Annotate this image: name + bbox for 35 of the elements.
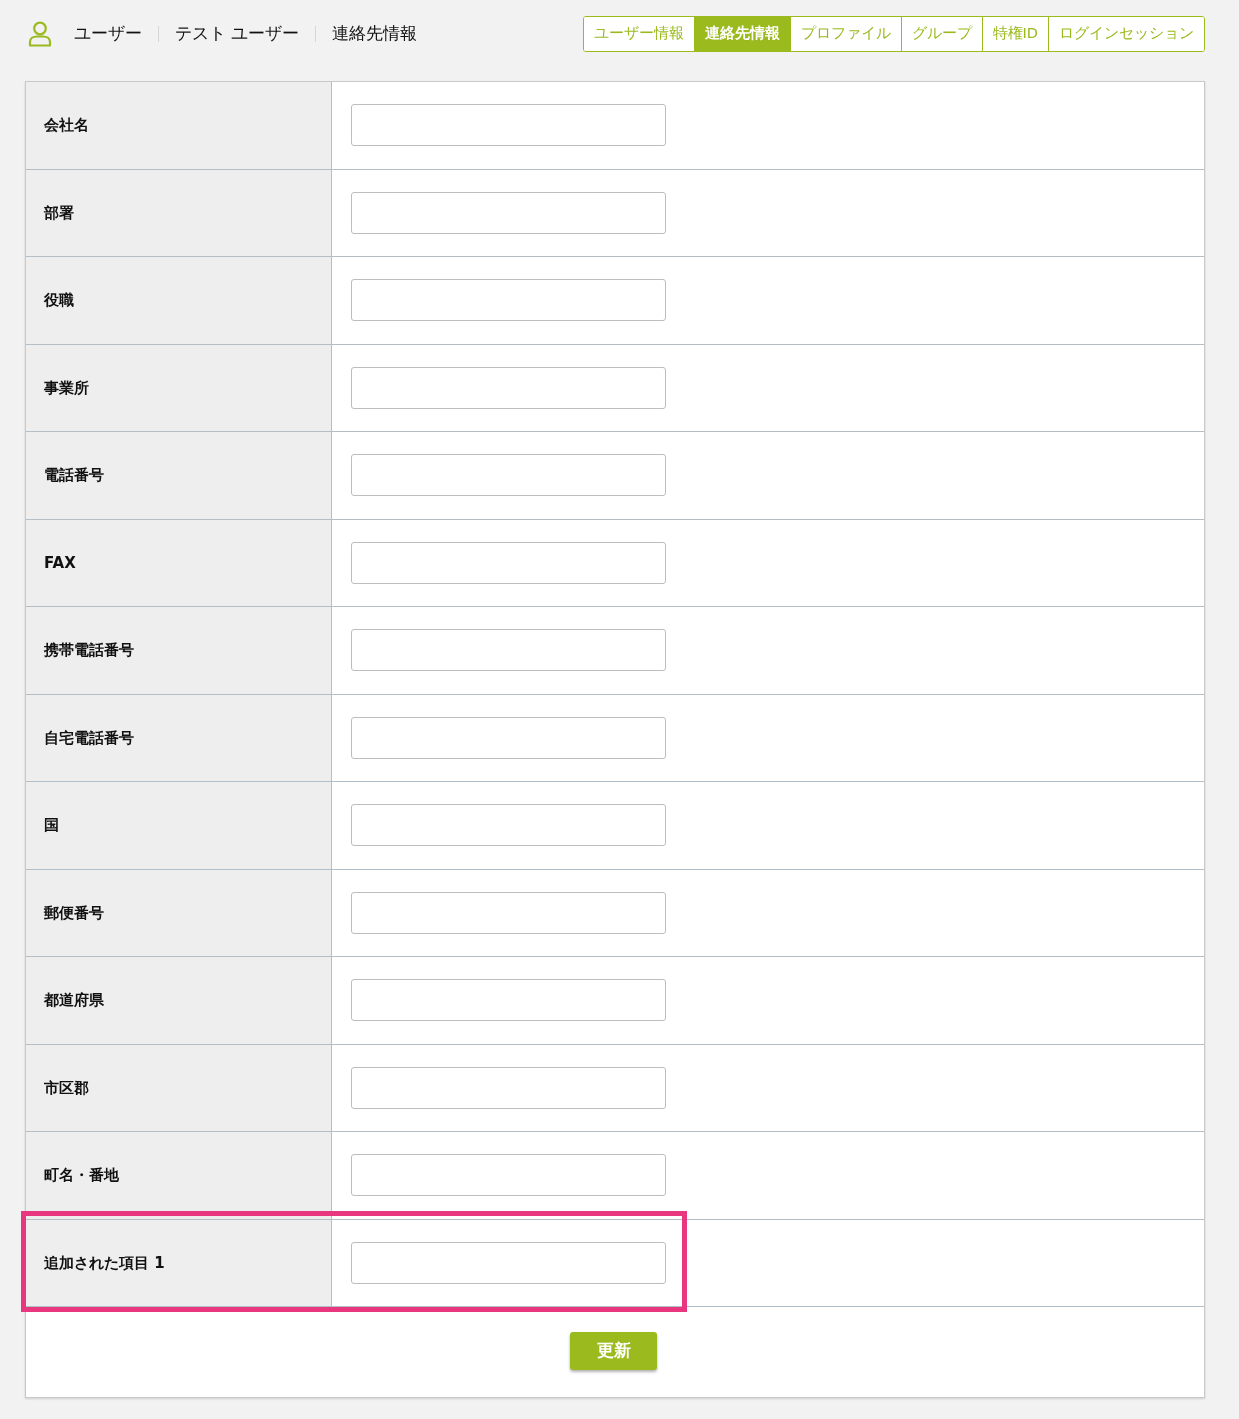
input-field[interactable] <box>351 1154 666 1197</box>
input-field[interactable] <box>351 629 666 672</box>
field-label: FAX <box>44 552 76 574</box>
field-label: 会社名 <box>44 115 89 136</box>
input-field[interactable] <box>351 191 666 234</box>
tab[interactable]: ログインセッション <box>1048 17 1204 51</box>
field-label: 追加された項目 1 <box>44 1252 165 1274</box>
input-field[interactable] <box>351 1066 666 1109</box>
input-field[interactable] <box>351 366 666 409</box>
field-label: 市区郡 <box>44 1077 89 1099</box>
input-field[interactable] <box>351 716 666 759</box>
breadcrumb-item[interactable]: テスト ユーザー <box>175 21 300 47</box>
field-label: 町名・番地 <box>44 1165 119 1186</box>
field-label: 電話番号 <box>44 465 104 486</box>
input-field[interactable] <box>351 279 666 322</box>
input-field[interactable] <box>351 804 666 847</box>
input-field[interactable] <box>351 104 666 147</box>
field-label: 郵便番号 <box>44 902 104 924</box>
field-label: 国 <box>44 815 59 836</box>
breadcrumb-item: 連絡先情報 <box>332 22 418 46</box>
input-field[interactable] <box>351 891 666 934</box>
field-label: 自宅電話番号 <box>44 727 134 749</box>
field-label: 都道府県 <box>44 990 104 1011</box>
tab[interactable]: 連絡先情報 <box>693 17 790 51</box>
input-field[interactable] <box>351 979 666 1022</box>
input-field[interactable] <box>351 1241 666 1284</box>
field-label: 役職 <box>44 290 74 311</box>
input-field[interactable] <box>351 541 666 584</box>
field-label: 部署 <box>44 202 74 224</box>
field-label: 事業所 <box>44 377 89 399</box>
update-button[interactable]: 更新 <box>570 1332 657 1370</box>
breadcrumb-item[interactable]: ユーザー <box>74 21 142 47</box>
person-icon <box>28 21 52 47</box>
input-field[interactable] <box>351 454 666 497</box>
field-label: 携帯電話番号 <box>44 640 134 661</box>
